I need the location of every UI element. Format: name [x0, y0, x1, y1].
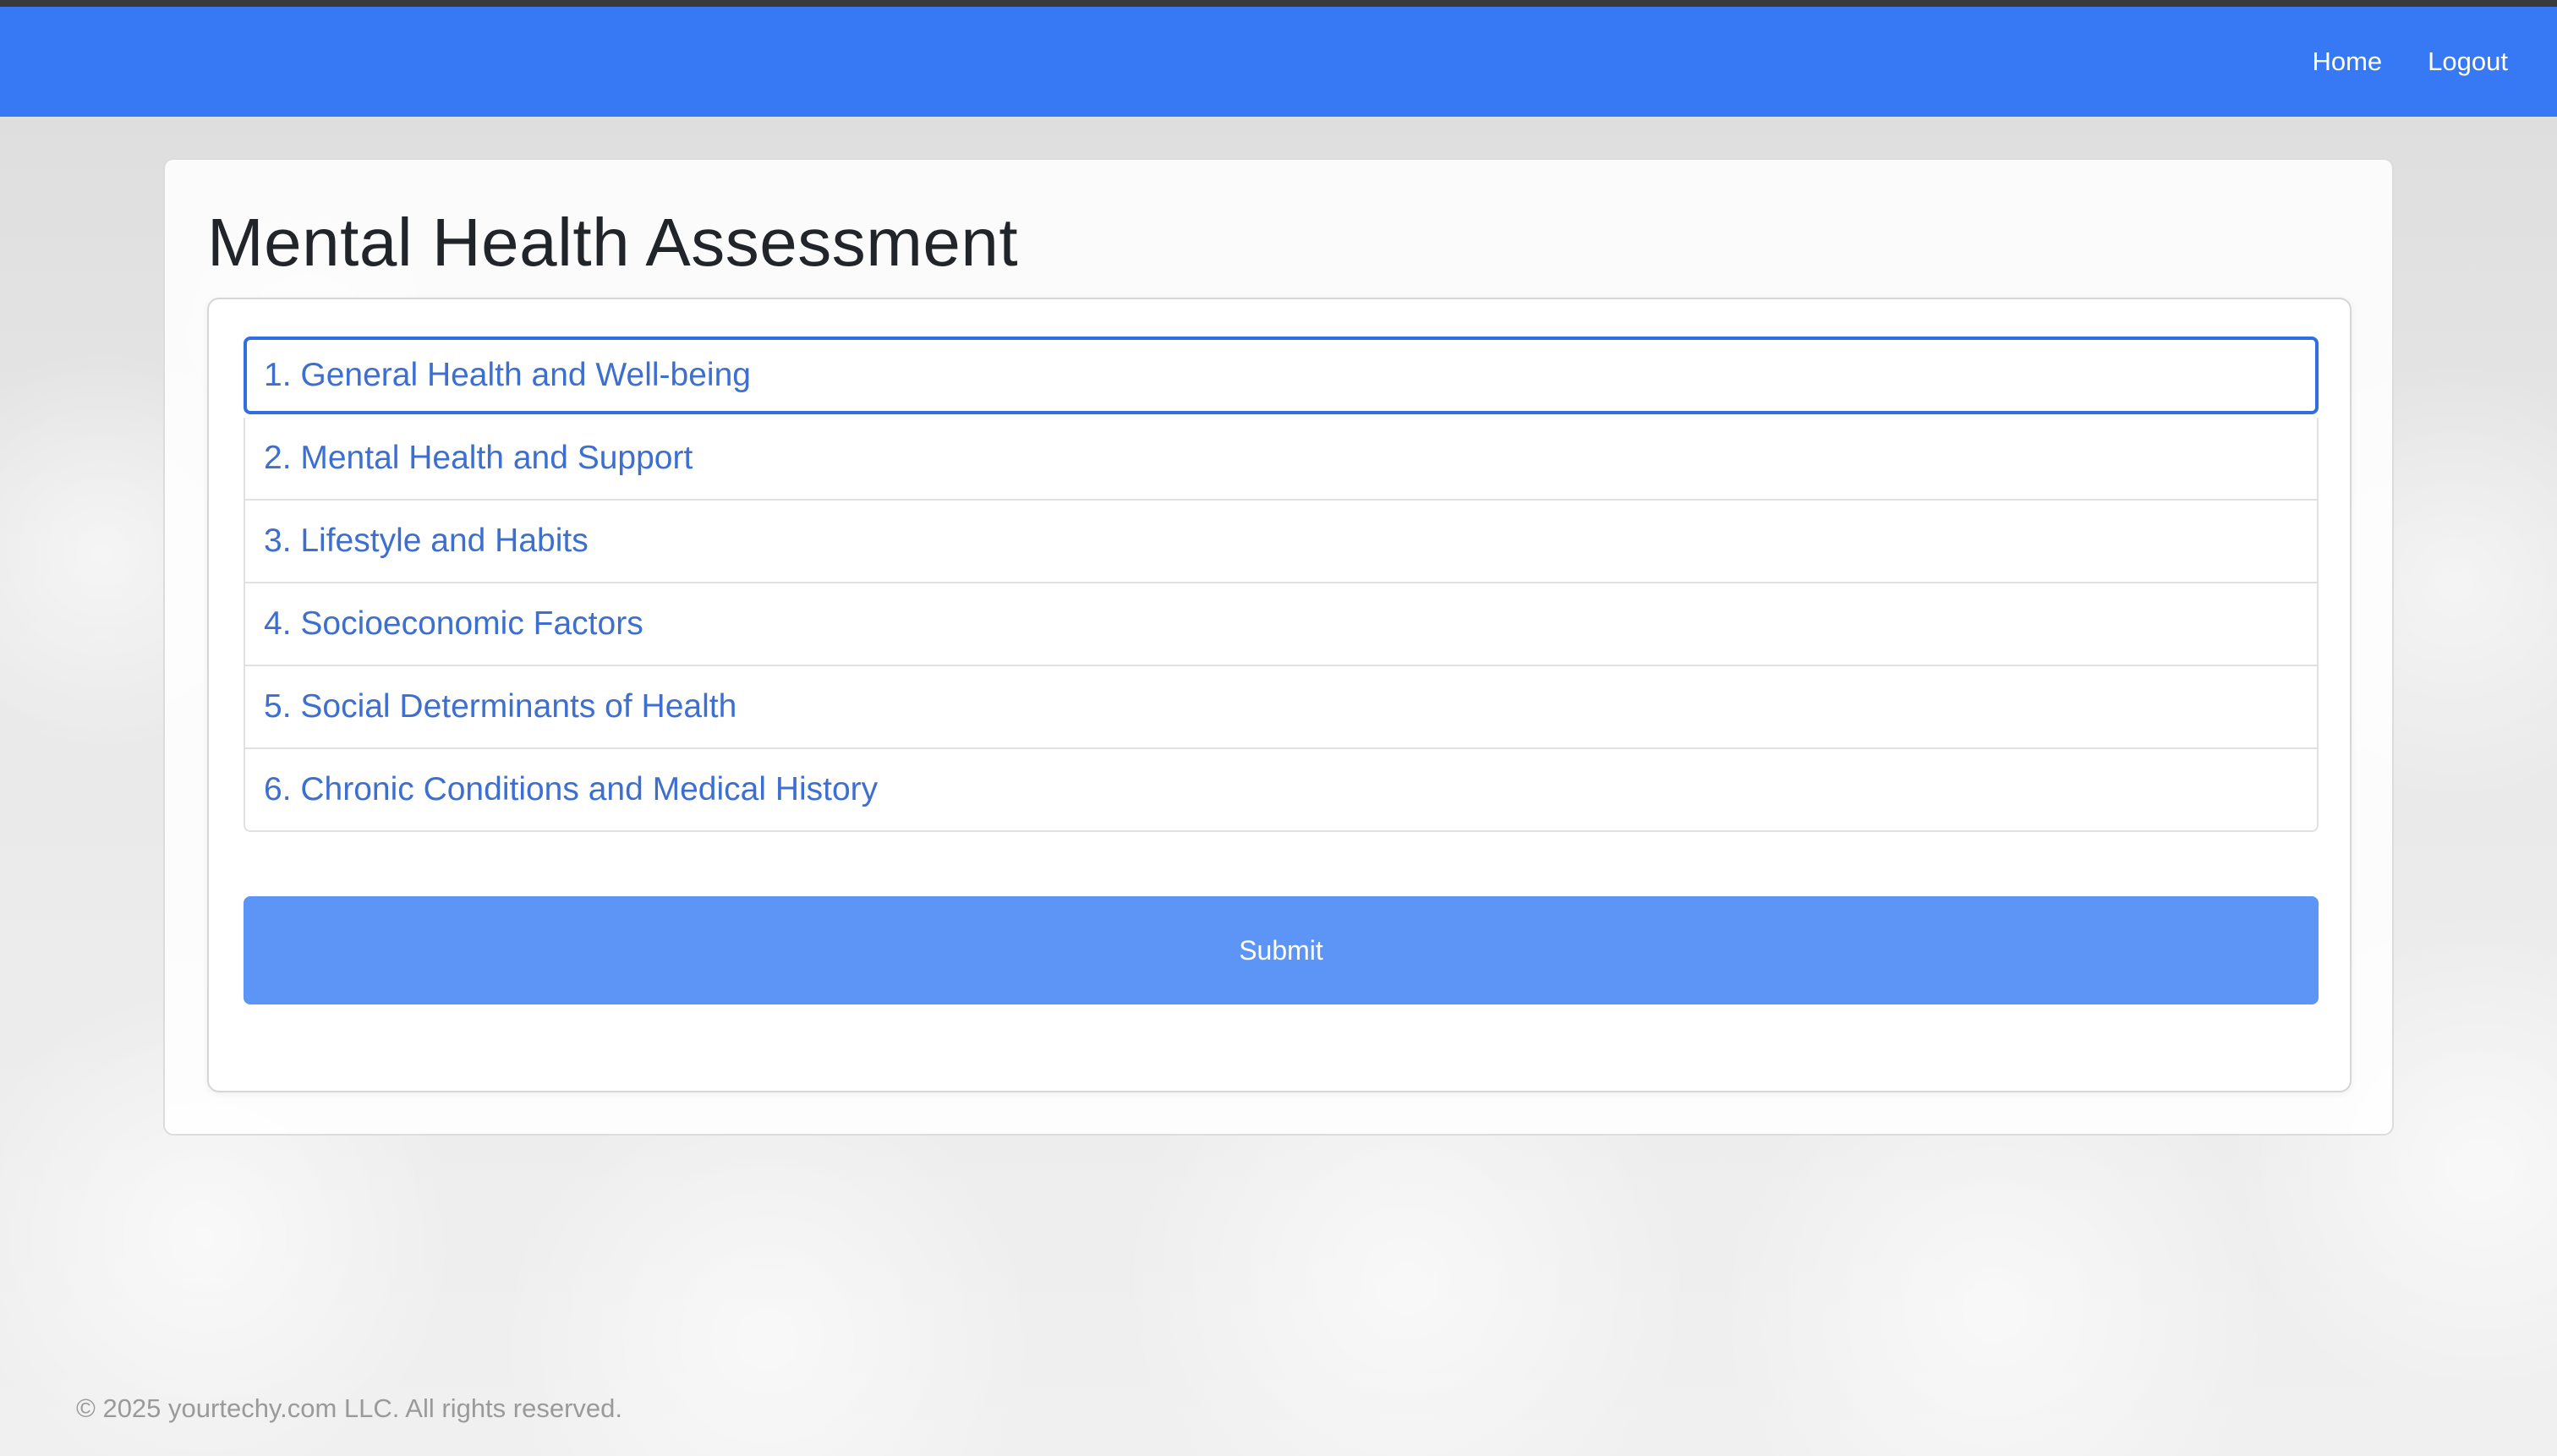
section-label: 2. Mental Health and Support [264, 440, 693, 476]
section-label: 1. General Health and Well-being [264, 357, 751, 393]
section-label: 6. Chronic Conditions and Medical Histor… [264, 771, 879, 807]
section-socioeconomic-factors[interactable]: 4. Socioeconomic Factors [244, 583, 2319, 666]
section-label: 3. Lifestyle and Habits [264, 523, 589, 559]
section-label: 5. Social Determinants of Health [264, 688, 737, 725]
nav-logout-link[interactable]: Logout [2428, 47, 2508, 77]
section-mental-health-support[interactable]: 2. Mental Health and Support [244, 418, 2319, 501]
submit-button[interactable]: Submit [244, 896, 2319, 1004]
window-top-edge [0, 0, 2557, 7]
section-chronic-conditions[interactable]: 6. Chronic Conditions and Medical Histor… [244, 749, 2319, 832]
footer-copyright: © 2025 yourtechy.com LLC. All rights res… [76, 1393, 623, 1423]
top-navbar: Home Logout [0, 7, 2557, 117]
section-social-determinants[interactable]: 5. Social Determinants of Health [244, 666, 2319, 749]
page-title: Mental Health Assessment [207, 205, 1019, 280]
section-general-health[interactable]: 1. General Health and Well-being [244, 337, 2319, 414]
assessment-form-card: 1. General Health and Well-being 2. Ment… [207, 298, 2352, 1092]
section-label: 4. Socioeconomic Factors [264, 605, 643, 642]
assessment-container: Mental Health Assessment 1. General Heal… [163, 158, 2394, 1136]
nav-home-link[interactable]: Home [2312, 47, 2382, 77]
section-accordion: 1. General Health and Well-being 2. Ment… [244, 337, 2319, 832]
section-lifestyle-habits[interactable]: 3. Lifestyle and Habits [244, 501, 2319, 583]
